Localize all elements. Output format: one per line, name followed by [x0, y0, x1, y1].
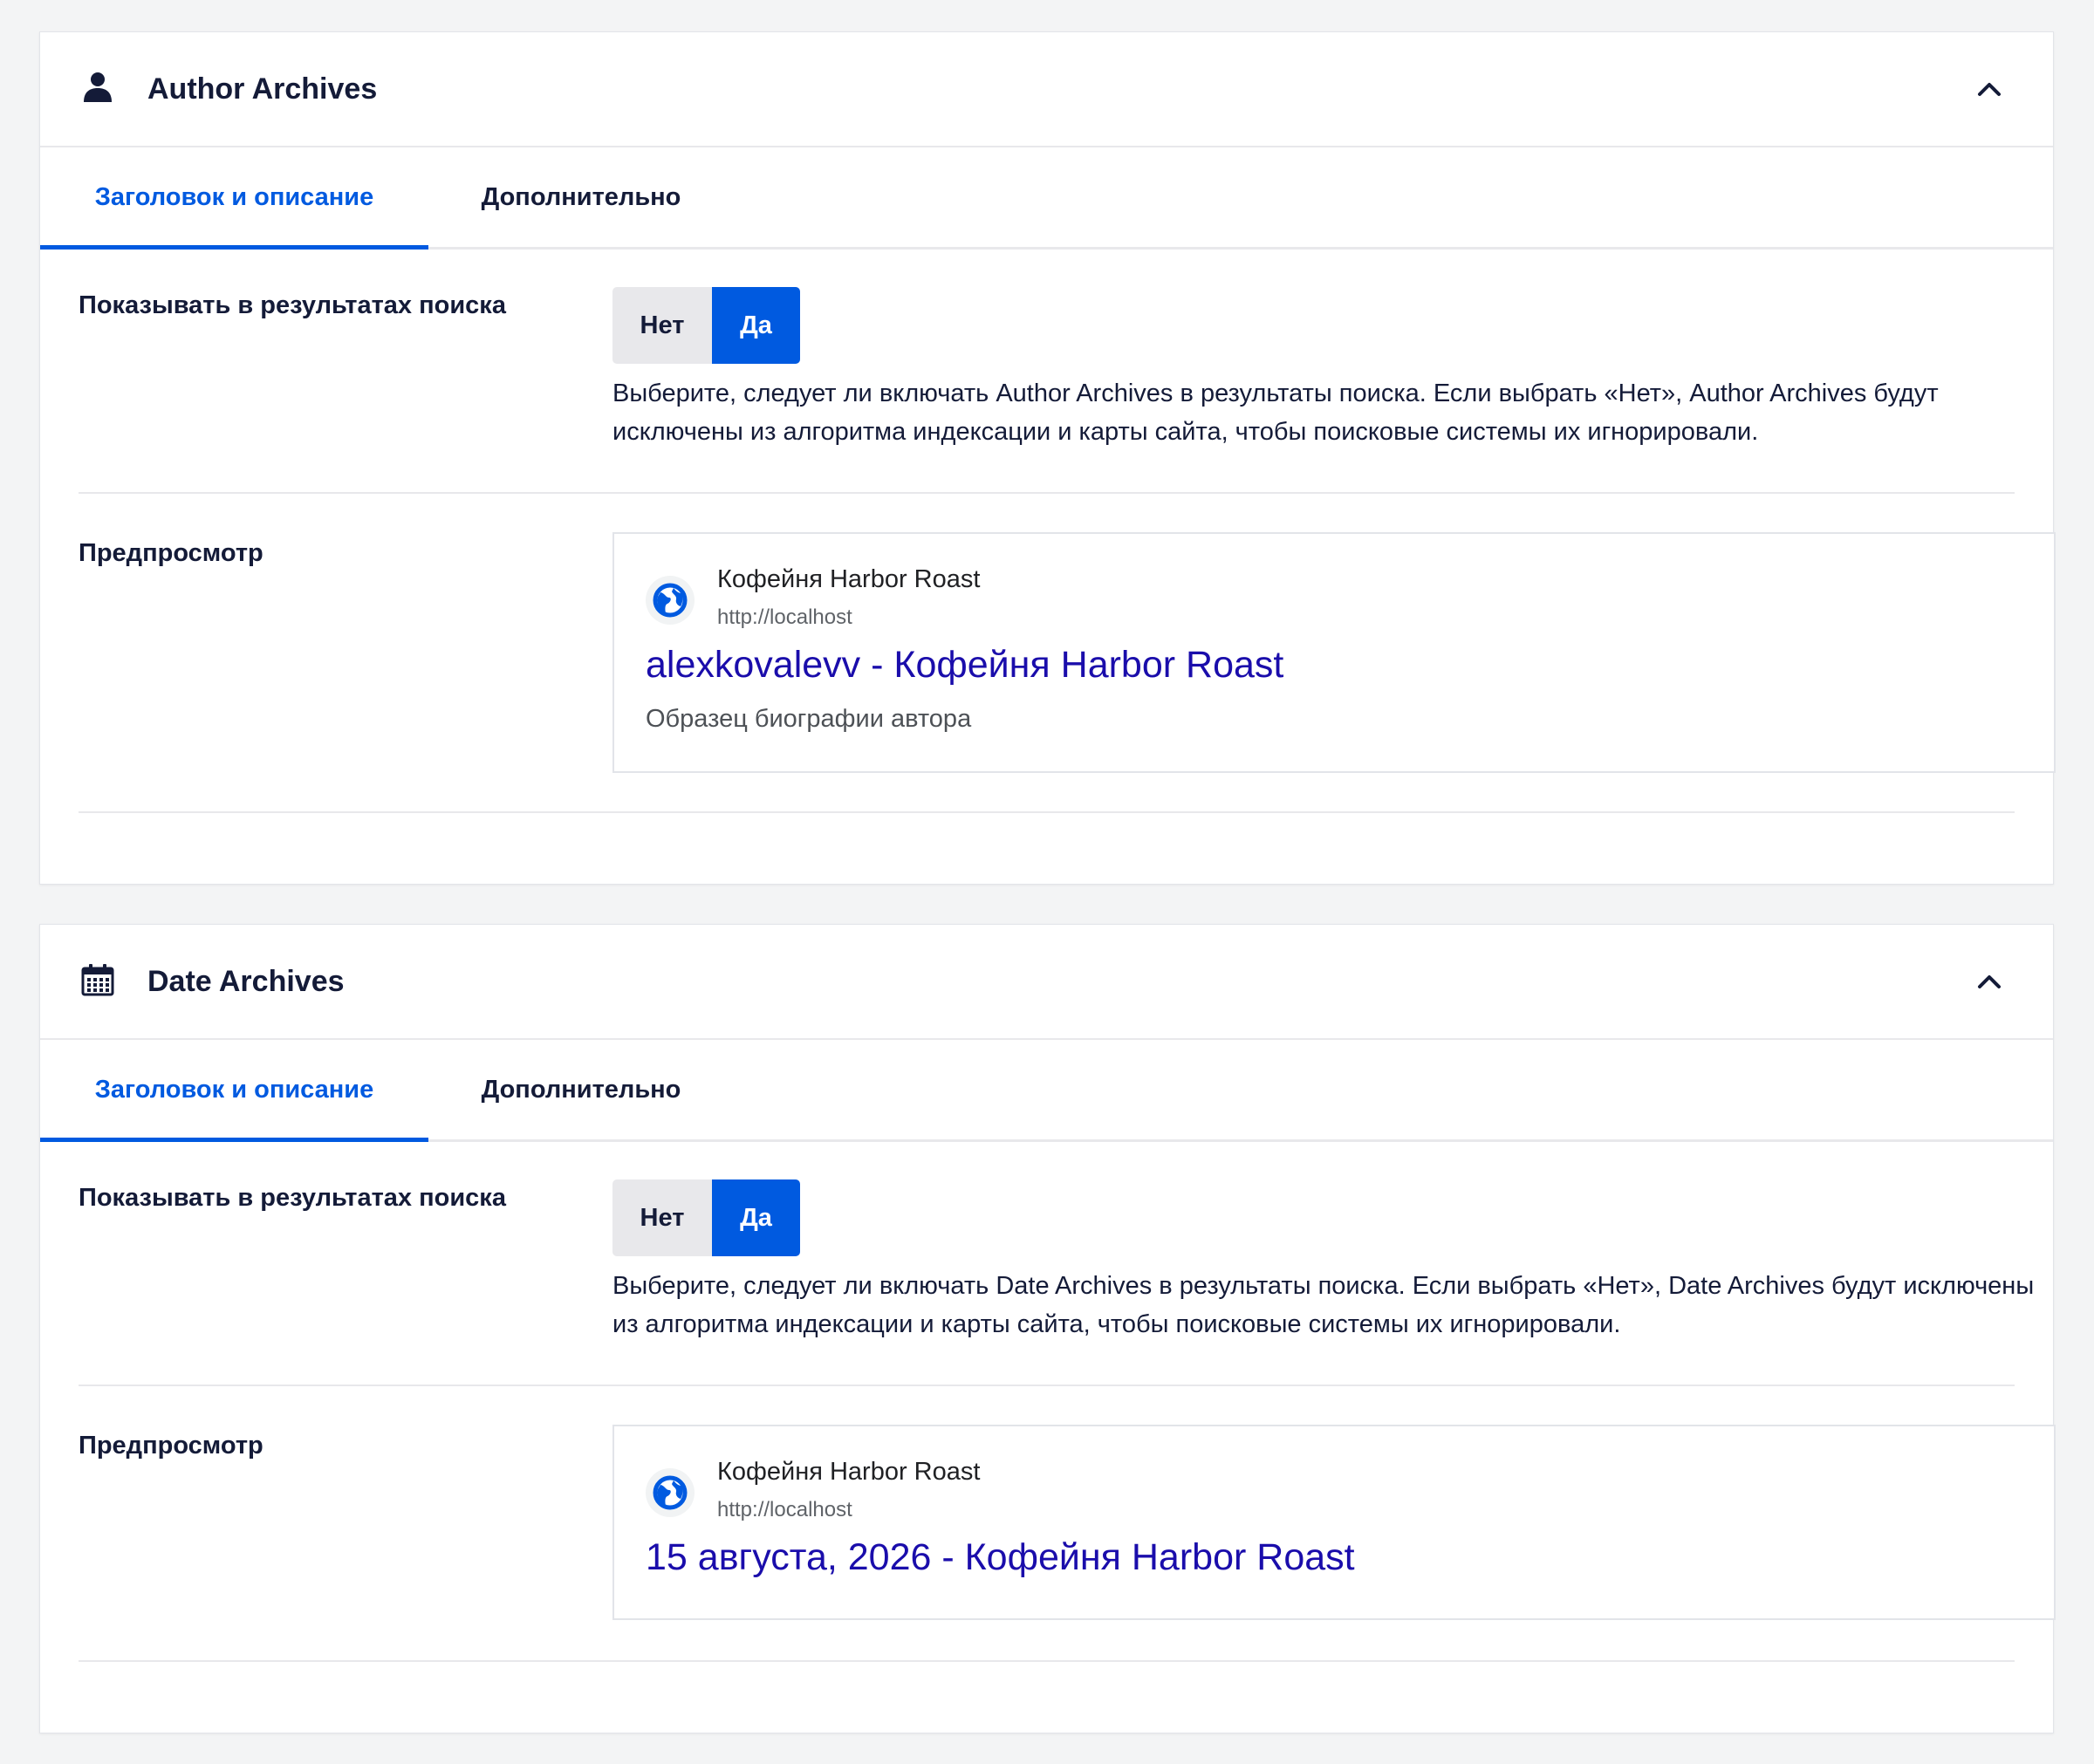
search-visibility-row: Показывать в результатах поиска Нет Да В…: [79, 250, 2015, 494]
panel-header[interactable]: Date Archives: [40, 925, 2053, 1040]
tab-advanced[interactable]: Дополнительно: [476, 1040, 686, 1139]
search-visibility-label: Показывать в результатах поиска: [79, 291, 506, 319]
serp-url: http://localhost: [717, 1498, 852, 1521]
search-visibility-label: Показывать в результатах поиска: [79, 1184, 506, 1212]
toggle-no-button[interactable]: Нет: [612, 1179, 712, 1256]
serp-title-link[interactable]: 15 августа, 2026 - Кофейня Harbor Roast: [646, 1536, 1355, 1579]
preview-label: Предпросмотр: [79, 1432, 263, 1460]
globe-icon: [646, 1468, 695, 1517]
search-visibility-description: Выберите, следует ли включать Date Archi…: [612, 1272, 2035, 1338]
toggle-yes-button[interactable]: Да: [712, 287, 800, 364]
panel-header[interactable]: Author Archives: [40, 32, 2053, 147]
preview-row: Предпросмотр Кофейня Harbor Roast http:/…: [79, 1386, 2056, 1662]
panel-title: Date Archives: [147, 965, 345, 998]
tab-bar: Заголовок и описание Дополнительно: [40, 147, 2053, 250]
tab-title-description[interactable]: Заголовок и описание: [40, 1040, 428, 1142]
tab-title-description[interactable]: Заголовок и описание: [40, 147, 428, 250]
tab-bar: Заголовок и описание Дополнительно: [40, 1040, 2053, 1142]
author-archives-panel: Author Archives Заголовок и описание Доп…: [39, 31, 2056, 885]
serp-site-name: Кофейня Harbor Roast: [717, 1458, 981, 1486]
user-icon: [80, 70, 115, 105]
serp-url: http://localhost: [717, 605, 852, 629]
date-archives-panel: Date Archives Заголовок и описание Допол…: [39, 924, 2056, 1733]
serp-preview-card: Кофейня Harbor Roast http://localhost 15…: [612, 1425, 2056, 1620]
chevron-up-icon[interactable]: [1969, 69, 2009, 109]
search-visibility-toggle: Нет Да: [612, 1179, 800, 1256]
panel-title: Author Archives: [147, 72, 378, 106]
search-visibility-row: Показывать в результатах поиска Нет Да В…: [79, 1142, 2034, 1386]
serp-site-name: Кофейня Harbor Roast: [717, 565, 981, 593]
tab-advanced[interactable]: Дополнительно: [476, 147, 686, 247]
search-visibility-toggle: Нет Да: [612, 287, 800, 364]
toggle-yes-button[interactable]: Да: [712, 1179, 800, 1256]
serp-preview-card: Кофейня Harbor Roast http://localhost al…: [612, 532, 2056, 773]
chevron-up-icon[interactable]: [1969, 961, 2009, 1002]
serp-description: Образец биографии автора: [646, 705, 972, 733]
serp-title-link[interactable]: alexkovalevv - Кофейня Harbor Roast: [646, 644, 1283, 687]
toggle-no-button[interactable]: Нет: [612, 287, 712, 364]
preview-label: Предпросмотр: [79, 539, 263, 567]
search-visibility-description: Выберите, следует ли включать Author Arc…: [612, 379, 1939, 446]
globe-icon: [646, 576, 695, 625]
calendar-icon: [80, 962, 115, 997]
preview-row: Предпросмотр Кофейня Harbor Roast http:/…: [79, 494, 2056, 813]
